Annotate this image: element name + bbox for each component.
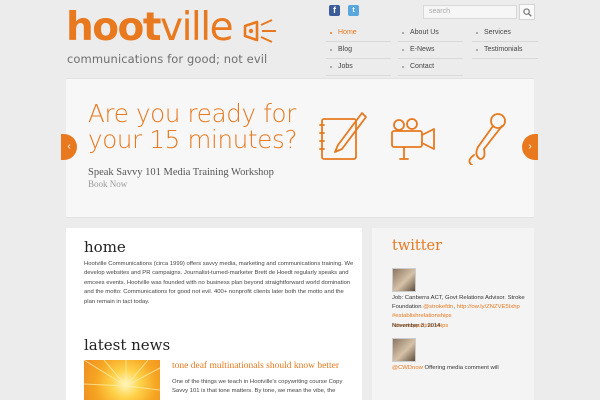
social-links: f t (329, 5, 359, 16)
latest-news-heading: latest news (84, 336, 171, 354)
twitter-heading: twitter (392, 238, 443, 254)
nav-home[interactable]: Home (326, 24, 391, 42)
search-icon (522, 7, 532, 17)
notepad-pencil-icon (319, 112, 367, 160)
search-button[interactable] (519, 4, 535, 20)
nav-services[interactable]: Services (472, 24, 538, 42)
nav-testimonials[interactable]: Testimonials (472, 41, 538, 59)
tweet-text: Offering media comment will (424, 365, 499, 371)
nav-blog[interactable]: Blog (326, 41, 391, 59)
nav-jobs[interactable]: Jobs (326, 58, 391, 76)
video-camera-icon (391, 118, 435, 160)
slide-title: Are you ready for your 15 minutes? (88, 99, 298, 154)
facebook-icon[interactable]: f (329, 5, 340, 16)
search-input[interactable]: search (423, 5, 517, 19)
twitter-sidebar: twitter Job: Canberra ACT, Govt Relation… (372, 228, 534, 400)
tweet-item: @CWDnow Offering media comment will (392, 364, 530, 373)
nav-contact[interactable]: Contact (398, 58, 463, 76)
avatar[interactable] (392, 268, 416, 292)
logo-text-ville: ville (160, 5, 234, 50)
tweet-mention-link[interactable]: @strokefdn (423, 304, 453, 310)
tweet-hashtag-link[interactable]: #establishrelationships (392, 313, 452, 319)
avatar[interactable] (392, 338, 416, 362)
slide-subtitle: Speak Savvy 101 Media Training Workshop (88, 167, 274, 178)
microphone-icon (468, 113, 506, 165)
megaphone-owl-icon (243, 19, 276, 43)
main-content: home Hootville Communications (circa 199… (66, 228, 362, 400)
home-body: Hootville Communications (circa 1999) of… (84, 261, 354, 305)
tweet-url-link[interactable]: http://ow.ly/ZNZVE5Ixhp (457, 304, 520, 310)
logo-text-hoot: hoot (66, 5, 162, 50)
nav-about-us[interactable]: About Us (398, 24, 463, 42)
site-logo[interactable]: hootville (66, 5, 276, 50)
sunburst-image (84, 360, 160, 391)
book-now-link[interactable]: Book Now (88, 179, 127, 189)
nav-e-news[interactable]: E-News (398, 41, 463, 59)
news-thumbnail[interactable] (84, 360, 160, 400)
slide-illustration (319, 112, 506, 165)
news-item-body: One of the things we teach in Hootville'… (172, 379, 343, 395)
tweet-mention-link[interactable]: @CWDnow (392, 365, 423, 371)
hero-slider: Are you ready for your 15 minutes? Speak… (66, 78, 534, 218)
news-item-title[interactable]: tone deaf multinationals should know bet… (172, 361, 339, 371)
twitter-icon[interactable]: t (348, 5, 359, 16)
site-tagline: communications for good; not evil (67, 52, 268, 66)
tweet-date: November 3, 2014 (392, 323, 441, 329)
home-heading: home (84, 238, 126, 256)
